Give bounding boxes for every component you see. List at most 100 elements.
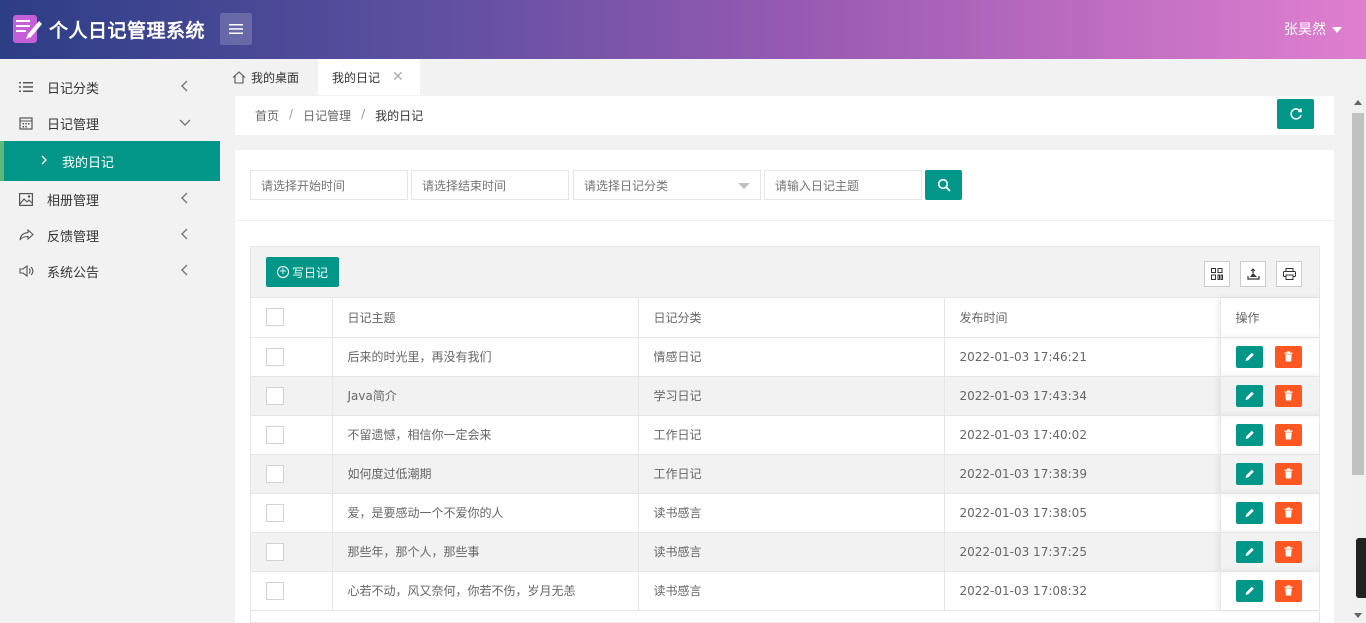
delete-button[interactable] — [1274, 462, 1302, 485]
delete-button[interactable] — [1274, 423, 1302, 446]
diary-table: + 写日记 日记主题 日记分类 发布时间 操作 后来的时光里，再没有我们 情感日… — [250, 246, 1320, 623]
edit-button[interactable] — [1235, 345, 1263, 368]
start-time-input[interactable]: 请选择开始时间 — [250, 170, 408, 200]
share-icon — [18, 227, 34, 243]
pencil-icon — [1245, 430, 1254, 439]
sidebar-item-feedback-management[interactable]: 反馈管理 — [0, 217, 220, 253]
column-header-time[interactable]: 发布时间 — [944, 298, 1221, 338]
row-checkbox[interactable] — [266, 542, 284, 561]
cell-time: 2022-01-03 17:38:05 — [944, 493, 1221, 533]
tab-label: 我的桌面 — [251, 70, 300, 85]
delete-button[interactable] — [1274, 384, 1302, 407]
chevron-left-icon — [181, 228, 188, 240]
start-time-placeholder: 请选择开始时间 — [261, 178, 346, 193]
cell-category: 情感日记 — [638, 337, 945, 377]
cell-topic: 心若不动，风又奈何，你若不伤，岁月无恙 — [332, 571, 639, 611]
end-time-placeholder: 请选择结束时间 — [422, 178, 507, 193]
topic-placeholder: 请输入日记主题 — [775, 178, 860, 193]
column-filter-button[interactable] — [1204, 261, 1230, 287]
cell-time: 2022-01-03 17:38:39 — [944, 454, 1221, 494]
topic-input[interactable]: 请输入日记主题 — [764, 170, 922, 200]
trash-icon — [1284, 545, 1292, 556]
sidebar-item-label: 我的日记 — [62, 155, 115, 171]
refresh-button[interactable] — [1277, 99, 1314, 129]
row-checkbox[interactable] — [266, 581, 284, 600]
cell-actions — [1220, 454, 1319, 494]
scroll-down-icon[interactable] — [1354, 613, 1362, 618]
export-icon — [1246, 268, 1260, 280]
sidebar-item-system-notice[interactable]: 系统公告 — [0, 253, 220, 289]
row-checkbox[interactable] — [266, 386, 284, 405]
scroll-up-icon[interactable] — [1354, 100, 1362, 105]
row-checkbox[interactable] — [266, 347, 284, 366]
cell-time: 2022-01-03 17:43:34 — [944, 376, 1221, 416]
cell-category: 工作日记 — [638, 415, 945, 455]
table-row: 如何度过低潮期 工作日记 2022-01-03 17:38:39 — [251, 454, 1319, 494]
sidebar-item-diary-category[interactable]: 日记分类 — [0, 69, 220, 105]
table-row: 那些年，那个人，那些事 读书感言 2022-01-03 17:37:25 — [251, 532, 1319, 572]
table-row: Java简介 学习日记 2022-01-03 17:43:34 — [251, 376, 1319, 416]
delete-button[interactable] — [1274, 345, 1302, 368]
add-diary-label: 写日记 — [291, 265, 328, 280]
diary-data-table: 日记主题 日记分类 发布时间 操作 后来的时光里，再没有我们 情感日记 2022-0… — [251, 298, 1319, 611]
speaker-icon — [18, 263, 34, 279]
edit-button[interactable] — [1235, 384, 1263, 407]
sidebar-item-label: 日记管理 — [47, 117, 100, 133]
edit-button[interactable] — [1235, 540, 1263, 563]
edit-button[interactable] — [1235, 501, 1263, 524]
add-diary-button[interactable]: + 写日记 — [266, 257, 339, 287]
export-button[interactable] — [1240, 261, 1266, 287]
breadcrumb-current: 我的日记 — [375, 109, 424, 123]
pencil-icon — [1245, 469, 1254, 478]
cell-topic: 那些年，那个人，那些事 — [332, 532, 639, 572]
table-toolbar: + 写日记 — [251, 247, 1319, 298]
sidebar-item-label: 日记分类 — [47, 81, 100, 97]
sidebar-item-diary-management[interactable]: 日记管理 — [0, 105, 220, 141]
tab-my-desktop[interactable]: 我的桌面 — [232, 59, 299, 95]
cell-actions — [1220, 376, 1319, 416]
list-icon — [18, 79, 34, 95]
cell-time: 2022-01-03 17:40:02 — [944, 415, 1221, 455]
cell-actions — [1220, 493, 1319, 533]
edit-button[interactable] — [1235, 462, 1263, 485]
trash-icon — [1284, 428, 1292, 439]
pencil-icon — [1245, 391, 1254, 400]
sidebar-item-label: 系统公告 — [47, 265, 100, 281]
breadcrumb-home[interactable]: 首页 — [255, 107, 279, 124]
search-button[interactable] — [925, 170, 962, 200]
scrollbar-thumb[interactable] — [1352, 113, 1364, 475]
delete-button[interactable] — [1274, 540, 1302, 563]
sidebar-item-my-diary[interactable]: 我的日记 — [0, 141, 220, 181]
cell-actions — [1220, 532, 1319, 572]
row-select-cell — [251, 376, 333, 416]
cell-time: 2022-01-03 17:46:21 — [944, 337, 1221, 377]
cell-category: 读书感言 — [638, 493, 945, 533]
column-header-topic[interactable]: 日记主题 — [332, 298, 639, 338]
user-menu[interactable]: 张昊然 — [1284, 19, 1342, 39]
edit-button[interactable] — [1235, 579, 1263, 602]
row-checkbox[interactable] — [266, 425, 284, 444]
hamburger-icon — [229, 24, 243, 34]
row-checkbox[interactable] — [266, 464, 284, 483]
sidebar-item-album-management[interactable]: 相册管理 — [0, 181, 220, 217]
menu-toggle-button[interactable] — [220, 13, 252, 45]
breadcrumb-diary-management[interactable]: 日记管理 — [303, 107, 351, 124]
select-all-checkbox[interactable] — [266, 308, 284, 327]
print-button[interactable] — [1276, 261, 1302, 287]
category-select[interactable]: 请选择日记分类 — [573, 170, 761, 200]
delete-button[interactable] — [1274, 501, 1302, 524]
side-widget-handle[interactable] — [1356, 538, 1366, 598]
delete-button[interactable] — [1274, 579, 1302, 602]
row-checkbox[interactable] — [266, 503, 284, 522]
pencil-icon — [1245, 508, 1254, 517]
search-panel: 请选择开始时间 请选择结束时间 请选择日记分类 请输入日记主题 — [235, 150, 1334, 220]
tab-label: 我的日记 — [332, 70, 381, 85]
pencil-icon — [1245, 586, 1254, 595]
column-header-category[interactable]: 日记分类 — [638, 298, 945, 338]
cell-actions — [1220, 415, 1319, 455]
end-time-input[interactable]: 请选择结束时间 — [411, 170, 569, 200]
tab-my-diary[interactable]: 我的日记 ✕ — [318, 59, 420, 95]
search-icon — [937, 178, 951, 192]
edit-button[interactable] — [1235, 423, 1263, 446]
close-icon[interactable]: ✕ — [392, 69, 404, 85]
